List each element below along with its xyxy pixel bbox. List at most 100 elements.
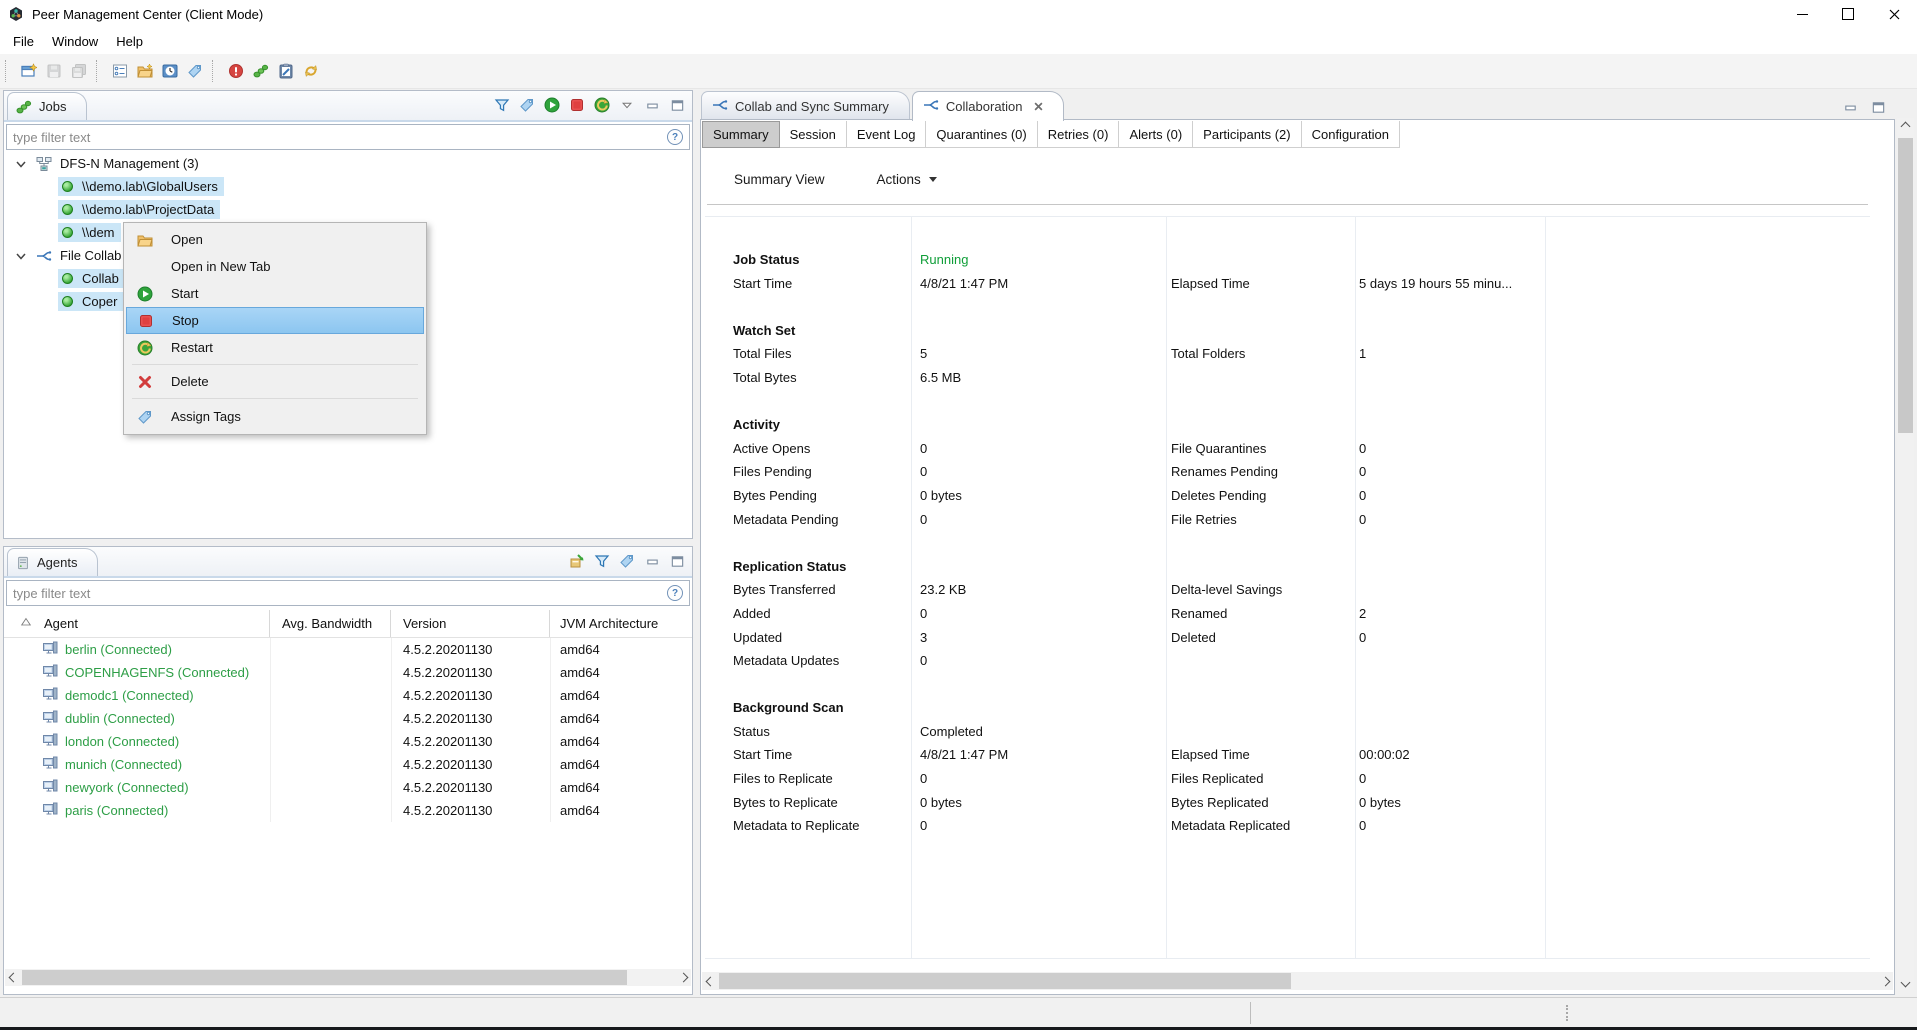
menu-file[interactable]: File	[4, 28, 43, 54]
menu-help[interactable]: Help	[107, 28, 152, 54]
tree-expand-icon[interactable]	[14, 249, 28, 263]
jobs-minimize-button[interactable]	[641, 94, 663, 116]
new-job-button[interactable]	[132, 59, 157, 84]
agents-minimize-button[interactable]	[641, 550, 663, 572]
agents-horizontal-scrollbar[interactable]	[5, 969, 691, 986]
table-row[interactable]: dublin (Connected)4.5.2.20201130amd64	[4, 707, 692, 730]
window-maximize-button[interactable]	[1825, 0, 1871, 28]
scroll-down-arrow-icon[interactable]	[1897, 974, 1914, 990]
delete-icon	[128, 374, 162, 390]
field-label-cell: Start Time	[702, 743, 911, 767]
agents-filter-input[interactable]	[7, 585, 689, 602]
jobs-maximize-button[interactable]	[666, 94, 688, 116]
subtab-session[interactable]: Session	[780, 121, 847, 148]
section-title-cell: Job Status	[702, 248, 911, 272]
alerts-button[interactable]	[223, 59, 248, 84]
scroll-up-arrow-icon[interactable]	[1897, 118, 1914, 134]
scrollbar-thumb[interactable]	[719, 973, 1291, 989]
save-button[interactable]	[41, 59, 66, 84]
jobs-start-button[interactable]	[541, 94, 563, 116]
context-menu-item-open-in-new-tab[interactable]: Open in New Tab	[126, 253, 424, 280]
subtab-summary[interactable]: Summary	[702, 121, 780, 148]
subtab-quarantines0[interactable]: Quarantines (0)	[926, 121, 1037, 148]
tag-icon	[519, 97, 535, 113]
refresh-button[interactable]	[298, 59, 323, 84]
editor-maximize-button[interactable]	[1867, 96, 1889, 118]
window-close-button[interactable]	[1871, 0, 1917, 28]
jobs-filter-button[interactable]	[491, 94, 513, 116]
context-menu-item-restart[interactable]: Restart	[126, 334, 424, 361]
collab-icon	[36, 248, 52, 264]
save-all-button[interactable]	[66, 59, 91, 84]
column-header-jvm-architecture[interactable]: JVM Architecture	[550, 616, 692, 631]
scroll-right-arrow-icon[interactable]	[1877, 972, 1893, 990]
actions-dropdown[interactable]: Actions	[877, 172, 937, 187]
tree-item[interactable]: DFS-N Management (3)	[4, 152, 692, 175]
agents-filter-help-icon[interactable]: ?	[667, 585, 683, 601]
context-menu-item-assign-tags[interactable]: Assign Tags	[126, 402, 424, 431]
subtab-configuration[interactable]: Configuration	[1302, 121, 1400, 148]
tree-item-label: File Collab	[60, 248, 121, 263]
context-menu-item-open[interactable]: Open	[126, 226, 424, 253]
jobs-stop-button[interactable]	[566, 94, 588, 116]
close-icon[interactable]	[1034, 99, 1043, 114]
table-row[interactable]: munich (Connected)4.5.2.20201130amd64	[4, 753, 692, 776]
table-row[interactable]: london (Connected)4.5.2.20201130amd64	[4, 730, 692, 753]
scroll-left-arrow-icon[interactable]	[702, 972, 718, 990]
subtab-participants2[interactable]: Participants (2)	[1193, 121, 1301, 148]
subtab-retries0[interactable]: Retries (0)	[1038, 121, 1120, 148]
field-label: Bytes Replicated	[1171, 795, 1269, 810]
jobs-filter-input[interactable]	[7, 129, 689, 146]
context-menu-item-stop[interactable]: Stop	[126, 307, 424, 334]
new-connection-button[interactable]	[16, 59, 41, 84]
editor-horizontal-scrollbar[interactable]	[702, 972, 1893, 990]
context-menu-item-start[interactable]: Start	[126, 280, 424, 307]
context-menu-item-delete[interactable]: Delete	[126, 368, 424, 395]
scroll-left-arrow-icon[interactable]	[5, 969, 21, 986]
column-header-agent[interactable]: Agent	[4, 610, 270, 637]
agents-filter-button[interactable]	[591, 550, 613, 572]
scrollbar-thumb[interactable]	[1898, 138, 1913, 433]
table-row[interactable]: COPENHAGENFS (Connected)4.5.2.20201130am…	[4, 661, 692, 684]
jobs-button[interactable]	[248, 59, 273, 84]
editor-tab-collaboration[interactable]: Collaboration	[912, 91, 1064, 121]
jobs-filter-help-icon[interactable]: ?	[667, 129, 683, 145]
tasks-button[interactable]	[273, 59, 298, 84]
agents-agent-install-button[interactable]	[566, 550, 588, 572]
table-row[interactable]: demodc1 (Connected)4.5.2.20201130amd64	[4, 684, 692, 707]
title-bar: Peer Management Center (Client Mode)	[0, 0, 1917, 28]
empty-cell	[1355, 248, 1545, 272]
jobs-view-menu-button[interactable]	[616, 94, 638, 116]
field-value-cell: 23.2 KB	[911, 578, 1166, 602]
section-title-cell: Replication Status	[702, 555, 911, 579]
schedule-button[interactable]	[157, 59, 182, 84]
window-minimize-button[interactable]	[1779, 0, 1825, 28]
agents-maximize-button[interactable]	[666, 550, 688, 572]
tag-button[interactable]	[182, 59, 207, 84]
editor-vertical-scrollbar[interactable]	[1897, 118, 1914, 990]
tree-expand-icon[interactable]	[14, 157, 28, 171]
subtab-eventlog[interactable]: Event Log	[847, 121, 927, 148]
table-row[interactable]: paris (Connected)4.5.2.20201130amd64	[4, 799, 692, 822]
scroll-right-arrow-icon[interactable]	[675, 969, 691, 986]
scrollbar-thumb[interactable]	[22, 970, 627, 985]
editor-tab-collab-and-sync-summary[interactable]: Collab and Sync Summary	[701, 91, 910, 120]
editor-minimize-button[interactable]	[1839, 96, 1861, 118]
column-header-avg-bandwidth[interactable]: Avg. Bandwidth	[270, 610, 391, 637]
jvm-architecture-value: amd64	[560, 757, 600, 772]
table-row[interactable]: newyork (Connected)4.5.2.20201130amd64	[4, 776, 692, 799]
tab-agents[interactable]: Agents	[7, 548, 98, 576]
tab-jobs[interactable]: Jobs	[7, 92, 87, 120]
column-header-version[interactable]: Version	[391, 610, 550, 637]
agents-tag-button[interactable]	[616, 550, 638, 572]
properties-button[interactable]	[107, 59, 132, 84]
menu-window[interactable]: Window	[43, 28, 107, 54]
version-cell: 4.5.2.20201130	[391, 780, 550, 795]
jobs-tag-button[interactable]	[516, 94, 538, 116]
tree-item[interactable]: \\demo.lab\ProjectData	[4, 198, 692, 221]
table-row[interactable]: berlin (Connected)4.5.2.20201130amd64	[4, 638, 692, 661]
summary-row: Files Pending0Renames Pending0	[702, 460, 1870, 484]
tree-item[interactable]: \\demo.lab\GlobalUsers	[4, 175, 692, 198]
subtab-alerts0[interactable]: Alerts (0)	[1119, 121, 1193, 148]
jobs-restart-button[interactable]	[591, 94, 613, 116]
